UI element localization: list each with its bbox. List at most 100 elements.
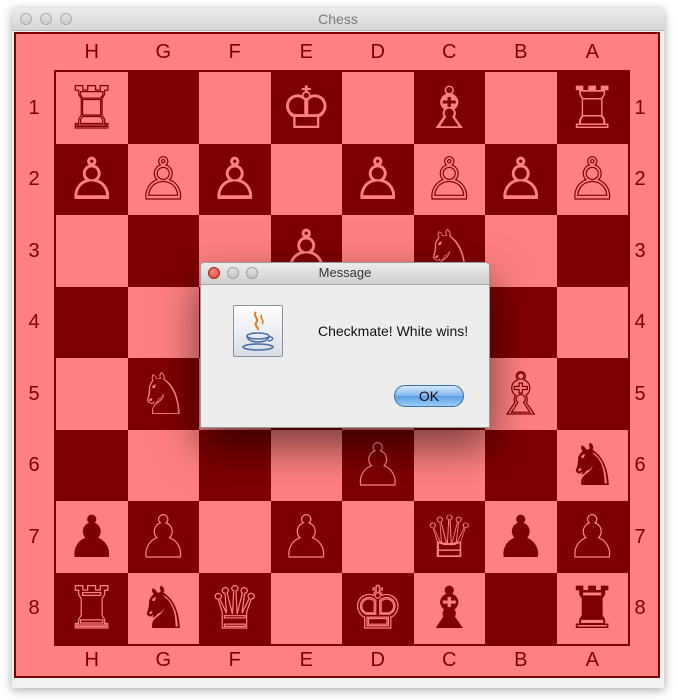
square-e1[interactable]: ♔	[270, 72, 342, 144]
square-h8[interactable]: ♜	[56, 572, 128, 644]
square-a7[interactable]: ♟	[556, 501, 628, 573]
file-label-h-top: H	[84, 41, 99, 63]
square-b3[interactable]	[485, 215, 557, 287]
rank-label-4-left: 4	[28, 311, 40, 334]
square-a1[interactable]: ♖	[556, 72, 628, 144]
ok-button[interactable]: OK	[394, 385, 464, 407]
square-d6[interactable]: ♟	[342, 429, 414, 501]
square-b7[interactable]: ♟	[485, 501, 557, 573]
square-a3[interactable]	[556, 215, 628, 287]
black-knight-a6[interactable]: ♞	[566, 436, 618, 494]
square-h4[interactable]	[56, 286, 128, 358]
square-h6[interactable]	[56, 429, 128, 501]
square-d7[interactable]	[342, 501, 414, 573]
white-queen-c7[interactable]: ♕	[423, 508, 475, 566]
square-e8[interactable]	[270, 572, 342, 644]
square-c7[interactable]: ♕	[413, 501, 485, 573]
square-f8[interactable]: ♛	[199, 572, 271, 644]
square-g2[interactable]: ♙	[127, 143, 199, 215]
black-pawn-b7[interactable]: ♟	[495, 508, 547, 566]
square-h2[interactable]: ♙	[56, 143, 128, 215]
black-king-d8[interactable]: ♚	[351, 579, 404, 638]
square-b2[interactable]: ♙	[485, 143, 557, 215]
square-c6[interactable]	[413, 429, 485, 501]
white-king-e1[interactable]: ♔	[280, 79, 332, 137]
square-d2[interactable]: ♙	[342, 143, 414, 215]
file-label-e-bottom: E	[299, 649, 313, 671]
java-coffee-icon	[233, 305, 283, 357]
square-f7[interactable]	[199, 501, 271, 573]
square-g7[interactable]: ♟	[127, 501, 199, 573]
square-b5[interactable]: ♗	[485, 358, 557, 430]
square-a2[interactable]: ♙	[556, 143, 628, 215]
white-pawn-a2[interactable]: ♙	[566, 150, 619, 209]
dialog-titlebar[interactable]: Message	[201, 263, 489, 285]
square-c8[interactable]: ♝	[413, 572, 485, 644]
square-f6[interactable]	[199, 429, 271, 501]
square-a4[interactable]	[556, 286, 628, 358]
square-c2[interactable]: ♙	[413, 143, 485, 215]
square-b8[interactable]	[485, 572, 557, 644]
black-pawn-d6[interactable]: ♟	[351, 436, 404, 495]
square-g5[interactable]: ♘	[127, 358, 199, 430]
square-a5[interactable]	[556, 358, 628, 430]
white-bishop-b5[interactable]: ♗	[494, 364, 547, 423]
square-d8[interactable]: ♚	[342, 572, 414, 644]
square-h1[interactable]: ♖	[56, 72, 128, 144]
rank-label-2-left: 2	[28, 168, 40, 191]
file-label-c-bottom: C	[442, 649, 457, 671]
square-f2[interactable]: ♙	[199, 143, 271, 215]
white-pawn-h2[interactable]: ♙	[66, 150, 118, 208]
square-g6[interactable]	[127, 429, 199, 501]
square-b6[interactable]	[485, 429, 557, 501]
square-h5[interactable]	[56, 358, 128, 430]
square-b4[interactable]	[485, 286, 557, 358]
rank-label-7-left: 7	[28, 525, 40, 548]
black-pawn-h7[interactable]: ♟	[66, 508, 118, 566]
rank-label-3-left: 3	[28, 239, 40, 262]
black-pawn-g7[interactable]: ♟	[137, 507, 190, 566]
file-label-d-bottom: D	[370, 649, 385, 671]
file-label-b-bottom: B	[514, 649, 528, 671]
dialog-message: Checkmate! White wins!	[318, 323, 469, 339]
window-titlebar[interactable]: Chess	[12, 8, 664, 31]
white-pawn-f2[interactable]: ♙	[209, 150, 261, 208]
black-knight-g8[interactable]: ♞	[137, 579, 189, 637]
white-pawn-c2[interactable]: ♙	[423, 150, 476, 209]
square-g3[interactable]	[127, 215, 199, 287]
square-b1[interactable]	[485, 72, 557, 144]
square-e7[interactable]: ♟	[270, 501, 342, 573]
white-pawn-g2[interactable]: ♙	[137, 150, 190, 209]
rank-label-5-left: 5	[28, 382, 40, 405]
square-d1[interactable]	[342, 72, 414, 144]
file-label-d-top: D	[370, 41, 385, 63]
file-label-e-top: E	[299, 41, 313, 63]
black-pawn-a7[interactable]: ♟	[566, 507, 619, 566]
file-label-h-bottom: H	[84, 649, 99, 671]
white-rook-a1[interactable]: ♖	[566, 79, 618, 137]
black-bishop-c8[interactable]: ♝	[423, 579, 475, 637]
black-rook-a8[interactable]: ♜	[566, 579, 618, 637]
white-pawn-b2[interactable]: ♙	[495, 150, 547, 208]
square-c1[interactable]: ♗	[413, 72, 485, 144]
message-dialog: Message Checkmate! White wins! OK	[200, 262, 490, 428]
square-h7[interactable]: ♟	[56, 501, 128, 573]
square-e2[interactable]	[270, 143, 342, 215]
square-e6[interactable]	[270, 429, 342, 501]
black-pawn-e7[interactable]: ♟	[280, 507, 333, 566]
white-bishop-c1[interactable]: ♗	[423, 79, 475, 137]
white-pawn-d2[interactable]: ♙	[352, 150, 404, 208]
square-g1[interactable]	[127, 72, 199, 144]
rank-label-8-left: 8	[28, 597, 40, 620]
square-g4[interactable]	[127, 286, 199, 358]
file-label-a-bottom: A	[585, 649, 599, 671]
square-a8[interactable]: ♜	[556, 572, 628, 644]
black-rook-h8[interactable]: ♜	[65, 579, 118, 638]
white-rook-h1[interactable]: ♖	[65, 78, 118, 137]
square-h3[interactable]	[56, 215, 128, 287]
square-g8[interactable]: ♞	[127, 572, 199, 644]
white-knight-g5[interactable]: ♘	[137, 365, 189, 423]
square-a6[interactable]: ♞	[556, 429, 628, 501]
black-queen-f8[interactable]: ♛	[208, 579, 261, 638]
square-f1[interactable]	[199, 72, 271, 144]
